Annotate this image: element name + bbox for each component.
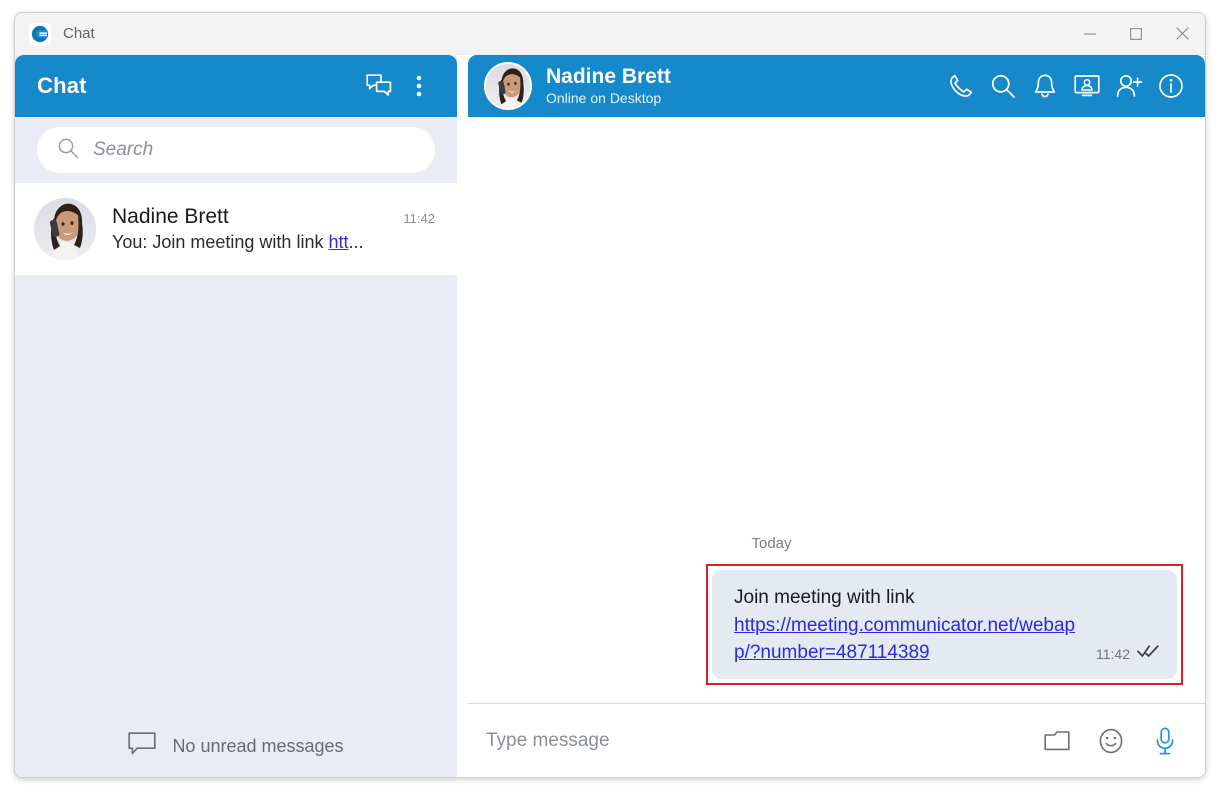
message-bubble-outgoing[interactable]: Join meeting with link https://meeting.c…: [712, 570, 1177, 679]
conversation-preview-suffix: ...: [348, 232, 364, 252]
chat-pane: Nadine Brett Online on Desktop Today Joi…: [457, 55, 1205, 777]
message-link[interactable]: https://meeting.communicator.net/webapp/…: [734, 615, 1075, 664]
window-body: Chat Search Nadine Brett 11:42 You: Join…: [15, 55, 1205, 777]
add-person-icon[interactable]: [1109, 66, 1149, 106]
maximize-icon[interactable]: [1113, 13, 1159, 55]
chat-peer-status: Online on Desktop: [546, 89, 662, 106]
unread-status-label: No unread messages: [172, 735, 344, 756]
info-icon[interactable]: [1151, 66, 1191, 106]
window-controls: [1067, 13, 1205, 55]
microphone-icon[interactable]: [1145, 721, 1185, 761]
avatar: [34, 198, 96, 260]
more-options-icon[interactable]: [399, 66, 439, 106]
conversation-time: 11:42: [403, 211, 435, 226]
read-receipt-double-check-icon: [1137, 644, 1159, 663]
chat-peer-name: Nadine Brett: [546, 64, 671, 88]
conversation-text: Nadine Brett 11:42 You: Join meeting wit…: [112, 205, 435, 253]
chat-application-window: Chat Chat Search Nadine Brett 11:42 You:…: [14, 12, 1206, 778]
sidebar: Chat Search Nadine Brett 11:42 You: Join…: [15, 55, 457, 777]
search-input[interactable]: Search: [37, 127, 435, 173]
conversation-list: Nadine Brett 11:42 You: Join meeting wit…: [15, 183, 457, 275]
conversation-top-row: Nadine Brett 11:42: [112, 205, 435, 229]
avatar: [484, 62, 532, 110]
attach-file-icon[interactable]: [1037, 721, 1077, 761]
call-icon[interactable]: [941, 66, 981, 106]
sidebar-title: Chat: [37, 73, 87, 98]
sidebar-empty-area: [15, 275, 457, 715]
chat-header-actions: [941, 66, 1191, 106]
message-list: Today Join meeting with link https://mee…: [468, 117, 1205, 703]
message-input[interactable]: [486, 729, 1023, 752]
communicator-logo-icon: [29, 22, 51, 45]
new-chat-icon[interactable]: [359, 66, 399, 106]
conversation-preview-prefix: You: Join meeting with link: [112, 232, 329, 252]
search-zone: Search: [15, 117, 457, 183]
conversation-name: Nadine Brett: [112, 205, 229, 228]
chat-header: Nadine Brett Online on Desktop: [468, 55, 1205, 117]
conversation-preview-link[interactable]: htt: [328, 232, 348, 252]
title-bar-left: Chat: [15, 22, 1067, 45]
message-text: Join meeting with link https://meeting.c…: [734, 584, 1082, 667]
chat-bubble-icon: [128, 731, 157, 761]
chat-peer-info: Nadine Brett Online on Desktop: [546, 65, 927, 107]
sidebar-footer: No unread messages: [15, 715, 457, 777]
title-bar: Chat: [15, 13, 1205, 55]
conversation-preview: You: Join meeting with link htt...: [112, 232, 435, 253]
message-highlight-annotation: Join meeting with link https://meeting.c…: [706, 564, 1183, 685]
list-item[interactable]: Nadine Brett 11:42 You: Join meeting wit…: [15, 183, 457, 275]
minimize-icon[interactable]: [1067, 13, 1113, 55]
search-placeholder: Search: [93, 139, 154, 160]
message-time: 11:42: [1096, 645, 1130, 662]
day-separator: Today: [751, 535, 792, 553]
sidebar-header: Chat: [15, 55, 457, 117]
search-icon: [57, 137, 79, 164]
bell-icon[interactable]: [1025, 66, 1065, 106]
emoji-icon[interactable]: [1091, 721, 1131, 761]
message-text-prefix: Join meeting with link: [734, 587, 915, 609]
search-icon[interactable]: [983, 66, 1023, 106]
window-title: Chat: [63, 25, 95, 42]
close-icon[interactable]: [1159, 13, 1205, 55]
message-meta: 11:42: [1096, 644, 1159, 667]
message-composer: [468, 703, 1205, 777]
screen-share-icon[interactable]: [1067, 66, 1107, 106]
